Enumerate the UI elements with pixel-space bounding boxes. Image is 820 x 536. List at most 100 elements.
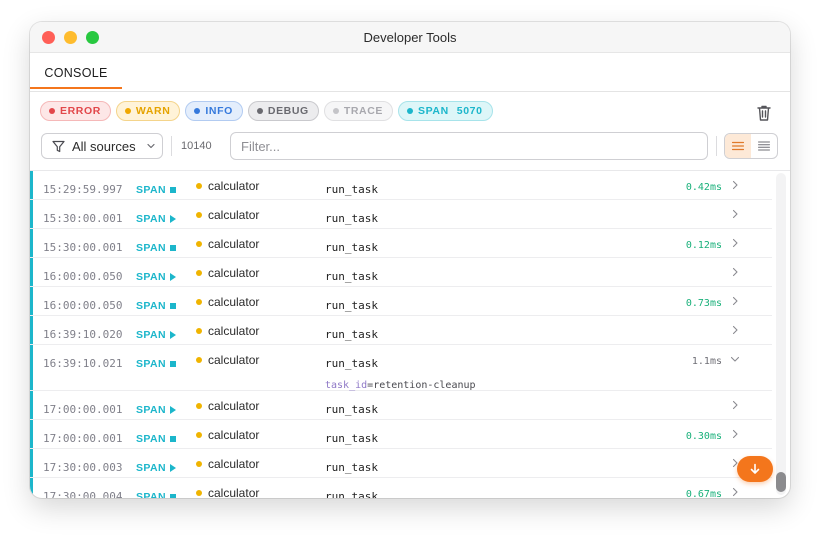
level-indicator-bar	[30, 449, 33, 477]
chevron-right-icon[interactable]	[730, 267, 740, 277]
log-level: SPAN	[136, 184, 176, 196]
chevron-right-icon[interactable]	[730, 238, 740, 248]
scrollbar-track[interactable]	[776, 173, 786, 495]
log-row[interactable]: 17:30:00.003 SPAN calculator run_task	[30, 449, 772, 478]
chevron-down-icon	[146, 143, 155, 149]
log-message: run_task	[325, 183, 378, 196]
span-end-icon	[170, 436, 176, 442]
log-source: calculator	[196, 399, 259, 413]
level-filter-row: ERROR WARN INFO DEBUG TRACE SPAN 5070	[40, 101, 493, 123]
log-source-label: calculator	[208, 237, 260, 251]
log-message: run_task	[325, 357, 378, 370]
filter-input[interactable]	[230, 132, 708, 160]
log-row[interactable]: 17:00:00.001 SPAN calculator run_task	[30, 391, 772, 420]
log-source-label: calculator	[208, 324, 260, 338]
source-dot-icon	[196, 461, 202, 467]
chevron-down-icon[interactable]	[730, 354, 740, 364]
compact-view-button[interactable]	[751, 134, 777, 158]
log-message: run_task	[325, 241, 378, 254]
filter-chip-label: WARN	[135, 105, 171, 117]
log-timestamp: 16:00:00.050	[43, 270, 123, 283]
level-indicator-bar	[30, 171, 33, 199]
log-duration: 0.42ms	[685, 182, 722, 193]
log-row[interactable]: 17:00:00.001 SPAN calculator run_task 0.30ms	[30, 420, 772, 449]
log-level: SPAN	[136, 491, 176, 498]
log-row[interactable]: 15:30:00.001 SPAN calculator run_task 0.12ms	[30, 229, 772, 258]
log-level-label: SPAN	[136, 213, 166, 225]
log-timestamp: 16:39:10.021	[43, 357, 123, 370]
log-row[interactable]: 16:00:00.050 SPAN calculator run_task 0.73ms	[30, 287, 772, 316]
filter-icon	[52, 140, 65, 152]
span-start-icon	[170, 273, 176, 281]
filter-chip-span[interactable]: SPAN 5070	[397, 101, 493, 121]
scroll-to-bottom-button[interactable]	[737, 456, 773, 482]
filter-chip-label: ERROR	[60, 105, 101, 117]
chevron-right-icon[interactable]	[730, 209, 740, 219]
error-dot-icon	[49, 108, 55, 114]
log-level-label: SPAN	[136, 242, 166, 254]
level-indicator-bar	[30, 200, 33, 228]
log-duration: 1.1ms	[691, 356, 722, 367]
log-source: calculator	[196, 266, 259, 280]
span-start-icon	[170, 464, 176, 472]
log-list[interactable]: 15:29:59.997 SPAN calculator run_task 0.42ms…	[30, 171, 790, 498]
log-message: run_task	[325, 212, 378, 225]
log-message: run_task	[325, 328, 378, 341]
arrow-down-icon	[750, 463, 760, 474]
log-source-label: calculator	[208, 428, 260, 442]
log-row[interactable]: 17:30:00.004 SPAN calculator run_task 0.67ms	[30, 478, 772, 498]
log-timestamp: 16:00:00.050	[43, 299, 123, 312]
log-source-label: calculator	[208, 353, 260, 367]
scrollbar-thumb[interactable]	[776, 472, 786, 492]
log-source: calculator	[196, 237, 259, 251]
log-level: SPAN	[136, 271, 176, 283]
log-source: calculator	[196, 179, 259, 193]
toolbar-divider	[716, 136, 717, 156]
info-dot-icon	[194, 108, 201, 114]
filter-chip-error[interactable]: ERROR	[40, 101, 111, 121]
log-row[interactable]: 16:39:10.020 SPAN calculator run_task	[30, 316, 772, 345]
log-timestamp: 15:29:59.997	[43, 183, 123, 196]
filter-chip-info[interactable]: INFO	[185, 101, 243, 121]
title-bar: Developer Tools	[30, 22, 790, 53]
log-source-label: calculator	[208, 179, 260, 193]
source-dot-icon	[196, 328, 202, 334]
log-row[interactable]: 16:00:00.050 SPAN calculator run_task	[30, 258, 772, 287]
filter-chip-debug[interactable]: DEBUG	[247, 101, 319, 121]
source-dot-icon	[196, 212, 202, 218]
trash-icon[interactable]	[756, 104, 772, 122]
source-dot-icon	[196, 299, 202, 305]
span-start-icon	[170, 406, 176, 414]
log-level: SPAN	[136, 404, 176, 416]
tab-console[interactable]: CONSOLE	[30, 53, 122, 89]
chevron-right-icon[interactable]	[730, 429, 740, 439]
source-dot-icon	[196, 403, 202, 409]
tab-bar: CONSOLE	[30, 53, 790, 92]
list-view-button[interactable]	[725, 134, 751, 158]
filter-chip-warn[interactable]: WARN	[115, 101, 181, 121]
metadata-value: retention-cleanup	[373, 380, 476, 391]
span-end-icon	[170, 303, 176, 309]
chevron-right-icon[interactable]	[730, 400, 740, 410]
chevron-right-icon[interactable]	[730, 325, 740, 335]
chevron-right-icon[interactable]	[730, 487, 740, 497]
log-message: run_task	[325, 490, 378, 498]
log-row[interactable]: 15:29:59.997 SPAN calculator run_task 0.42ms	[30, 171, 772, 200]
log-source: calculator	[196, 208, 259, 222]
sources-dropdown[interactable]: All sources	[41, 133, 163, 159]
log-message: run_task	[325, 270, 378, 283]
log-duration: 0.73ms	[685, 298, 722, 309]
sources-dropdown-label: All sources	[72, 138, 136, 154]
span-end-icon	[170, 361, 176, 367]
log-source-label: calculator	[208, 457, 260, 471]
log-timestamp: 17:00:00.001	[43, 432, 123, 445]
filter-chip-trace[interactable]: TRACE	[323, 101, 393, 121]
level-indicator-bar	[30, 478, 33, 498]
chevron-right-icon[interactable]	[730, 180, 740, 190]
source-dot-icon	[196, 357, 202, 363]
log-row[interactable]: 16:39:10.021 SPAN calculator run_task 1.1ms t…	[30, 345, 772, 391]
log-source: calculator	[196, 486, 259, 498]
log-row[interactable]: 15:30:00.001 SPAN calculator run_task	[30, 200, 772, 229]
chevron-right-icon[interactable]	[730, 296, 740, 306]
source-dot-icon	[196, 490, 202, 496]
